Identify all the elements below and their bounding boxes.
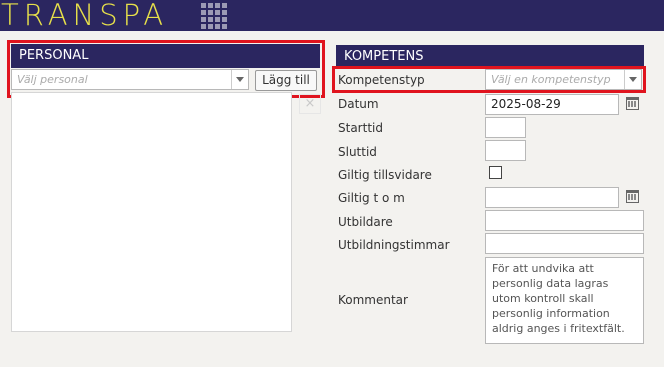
kompetenstyp-label: Kompetenstyp	[338, 73, 425, 87]
giltig-tom-label: Giltig t o m	[338, 191, 405, 205]
kompetenstyp-placeholder: Välj en kompetenstyp	[491, 73, 611, 86]
utbildare-label: Utbildare	[338, 215, 393, 229]
datum-label: Datum	[338, 97, 379, 111]
utbildningstimmar-label: Utbildningstimmar	[338, 238, 450, 252]
chevron-down-icon[interactable]	[231, 70, 248, 89]
sluttid-label: Sluttid	[338, 145, 377, 159]
starttid-input[interactable]	[485, 117, 526, 138]
add-personal-button[interactable]: Lägg till	[255, 70, 317, 91]
personal-select-placeholder: Välj personal	[17, 73, 88, 86]
kompetens-panel-title: KOMPETENS	[336, 45, 644, 69]
chevron-down-icon[interactable]	[624, 70, 641, 89]
giltig-tom-input[interactable]	[485, 187, 619, 208]
calendar-icon[interactable]	[626, 190, 639, 203]
sluttid-input[interactable]	[485, 140, 526, 161]
close-icon[interactable]: ×	[299, 94, 321, 114]
kompetenstyp-select[interactable]: Välj en kompetenstyp	[485, 69, 642, 90]
datum-input[interactable]: 2025-08-29	[485, 94, 619, 115]
kommentar-label: Kommentar	[338, 293, 408, 307]
starttid-label: Starttid	[338, 121, 383, 135]
personal-panel-title: PERSONAL	[11, 44, 320, 68]
app-logo: TRANSPA	[1, 0, 169, 32]
personal-select[interactable]: Välj personal	[11, 69, 249, 90]
utbildare-input[interactable]	[485, 210, 644, 231]
utbildningstimmar-input[interactable]	[485, 233, 644, 254]
calendar-icon[interactable]	[626, 97, 639, 110]
grid-menu-icon[interactable]	[201, 3, 227, 29]
top-bar: TRANSPA	[0, 0, 664, 31]
personal-list[interactable]	[11, 92, 292, 332]
giltig-tillsvidare-label: Giltig tillsvidare	[338, 168, 432, 182]
kommentar-textarea[interactable]: För att undvika att personlig data lagra…	[485, 257, 644, 344]
giltig-tillsvidare-checkbox[interactable]	[489, 166, 502, 179]
